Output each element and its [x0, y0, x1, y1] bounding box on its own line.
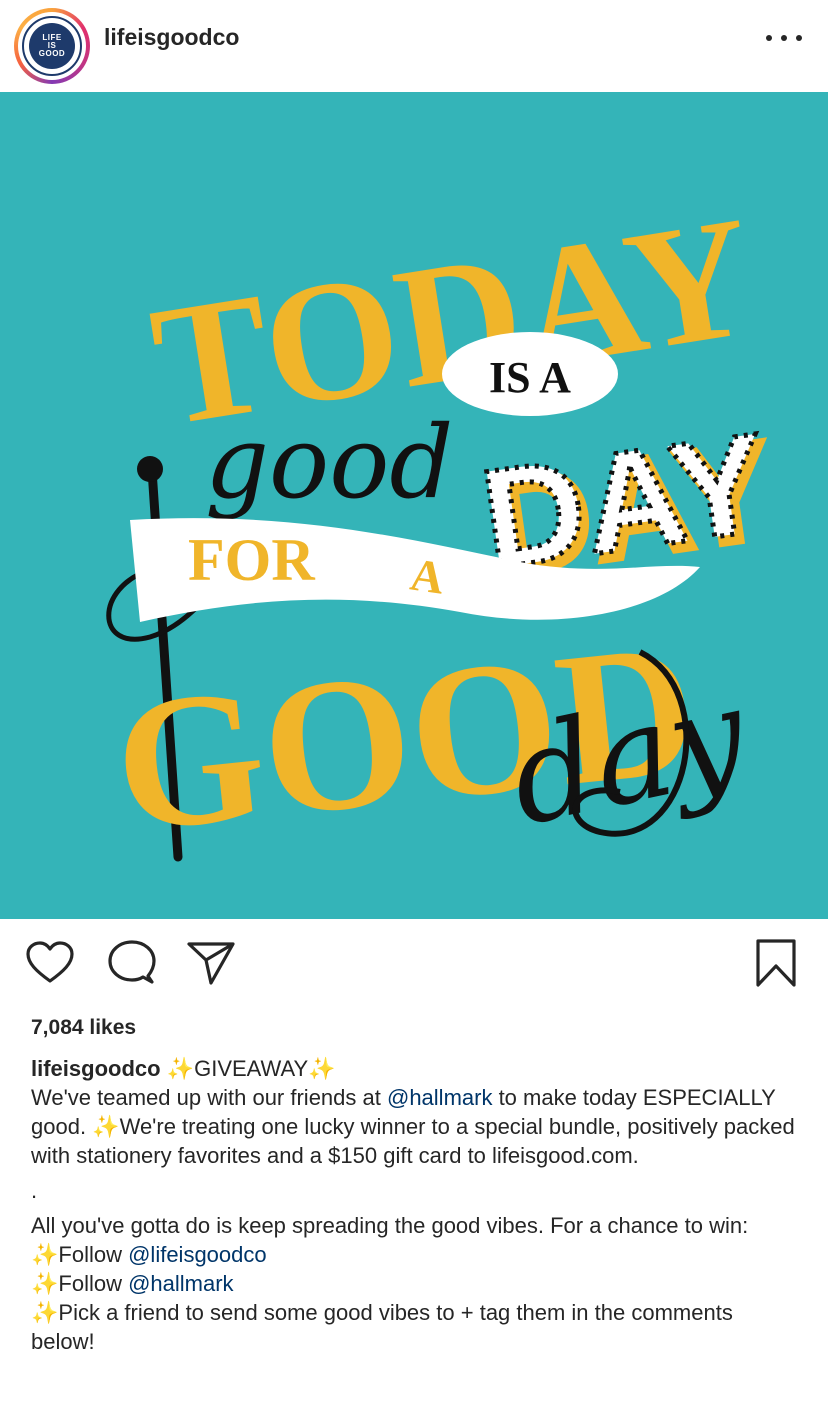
post-header: LIFE IS GOOD lifeisgoodco — [0, 0, 828, 92]
mention-lifeisgoodco[interactable]: @lifeisgoodco — [128, 1242, 267, 1267]
post-image[interactable]: TODAY IS A good DAY DAY FOR A GOOD day — [0, 92, 828, 919]
heart-icon[interactable] — [25, 938, 75, 988]
caption-username[interactable]: lifeisgoodco — [31, 1056, 161, 1081]
a-word: A — [407, 549, 447, 604]
giveaway-text: GIVEAWAY — [194, 1056, 309, 1081]
caption-text: Follow — [58, 1271, 129, 1296]
story-ring[interactable]: LIFE IS GOOD — [14, 8, 90, 84]
for-word: FOR — [188, 527, 315, 593]
likes-count[interactable]: 7,084 likes — [31, 1016, 136, 1040]
mention-hallmark[interactable]: @hallmark — [387, 1085, 492, 1110]
sparkle-icon: ✨ — [31, 1242, 59, 1267]
comment-icon[interactable] — [107, 938, 157, 988]
caption-text: We've teamed up with our friends at — [31, 1085, 387, 1110]
mention-hallmark[interactable]: @hallmark — [128, 1271, 233, 1296]
sparkle-icon: ✨ — [308, 1056, 336, 1081]
is-a-word: IS A — [489, 353, 571, 402]
good-script-word: good — [205, 404, 453, 521]
more-options-icon[interactable] — [766, 26, 802, 50]
caption-dot: . — [31, 1178, 38, 1203]
sparkle-icon: ✨ — [92, 1114, 120, 1139]
action-bar — [0, 928, 828, 998]
username[interactable]: lifeisgoodco — [104, 24, 239, 51]
sparkle-icon: ✨ — [31, 1271, 59, 1296]
bookmark-icon[interactable] — [751, 938, 801, 988]
life-is-good-logo: LIFE IS GOOD — [29, 23, 75, 69]
caption-text: We're treating one lucky winner to a spe… — [31, 1114, 795, 1168]
avatar[interactable]: LIFE IS GOOD — [22, 16, 82, 76]
caption-text: Follow — [58, 1242, 129, 1267]
sparkle-icon: ✨ — [166, 1056, 195, 1081]
sparkle-icon: ✨ — [31, 1300, 59, 1325]
caption: lifeisgoodco ✨GIVEAWAY✨ We've teamed up … — [31, 1054, 801, 1356]
caption-para2: All you've gotta do is keep spreading th… — [31, 1213, 749, 1238]
caption-text: Pick a friend to send some good vibes to… — [31, 1300, 733, 1354]
send-icon[interactable] — [186, 938, 236, 988]
